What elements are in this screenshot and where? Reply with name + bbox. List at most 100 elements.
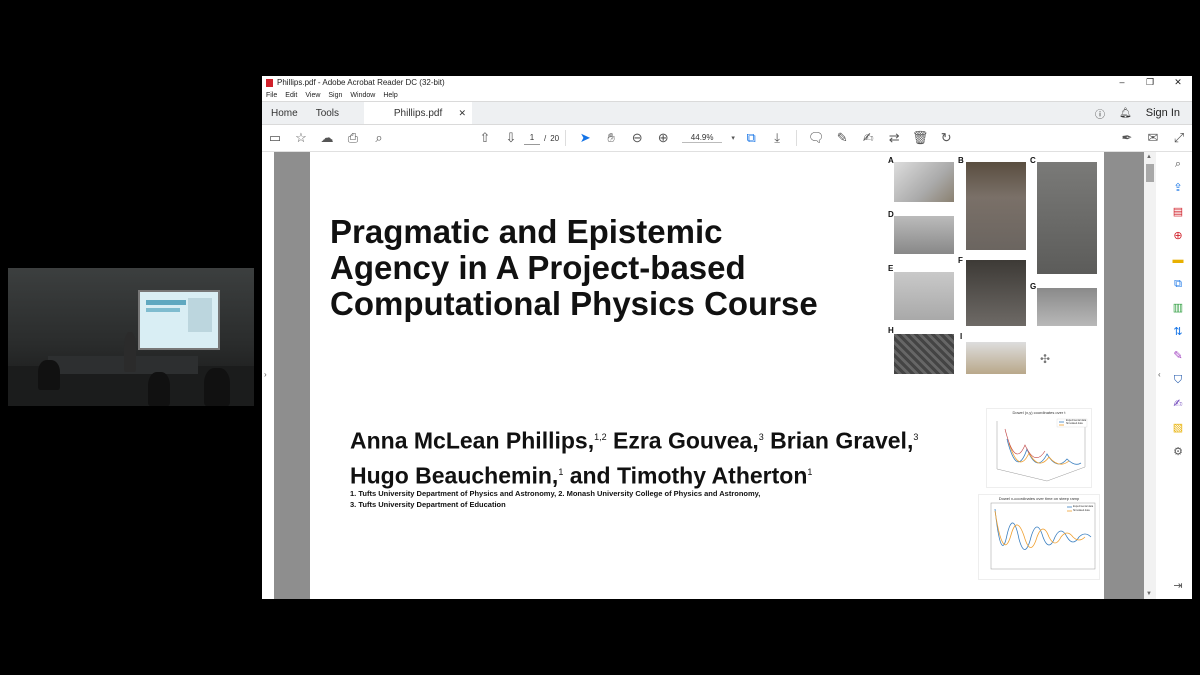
document-authors: Anna McLean Phillips,1,2 Ezra Gouvea,3 B… — [350, 422, 918, 491]
scan-icon[interactable]: ▧ — [1170, 420, 1186, 436]
figure-photo-f — [966, 260, 1026, 326]
total-pages: 20 — [550, 133, 560, 143]
plot2-legend-experimental: Experimental data — [1073, 505, 1094, 508]
comment-icon[interactable]: 🗨︎ — [803, 130, 829, 146]
author-affiliation-mark: 3 — [913, 432, 919, 442]
figure-photo-e — [894, 272, 954, 320]
zoom-tool-icon[interactable]: ⌕ — [1170, 156, 1186, 172]
notification-bell-icon[interactable]: 🔔︎ — [1119, 108, 1132, 119]
rotate-icon[interactable]: ↻ — [933, 130, 959, 146]
tab-tools[interactable]: Tools — [307, 102, 348, 124]
audience-member — [148, 372, 170, 406]
tab-home[interactable]: Home — [262, 102, 307, 124]
zoom-in-icon[interactable]: ⊕ — [650, 130, 676, 146]
scrollbar-thumb[interactable] — [1146, 164, 1154, 182]
projector-screen-image — [188, 298, 212, 332]
bookmark-star-icon[interactable]: ☆ — [288, 130, 314, 146]
presenter-table — [48, 356, 198, 374]
title-bar: Phillips.pdf - Adobe Acrobat Reader DC (… — [262, 76, 1192, 89]
menu-help[interactable]: Help — [383, 92, 397, 99]
close-tab-icon[interactable]: ✕ — [459, 108, 467, 119]
cloud-upload-icon[interactable]: ☁ — [314, 130, 340, 146]
x-coordinate-time-plot: Dowel x-coordinates over time on steep r… — [978, 494, 1100, 580]
author-affiliation-mark: 1 — [807, 466, 813, 477]
crosshair-cursor-icon: ✣ — [1040, 352, 1051, 366]
email-icon[interactable]: ✉ — [1140, 130, 1166, 146]
toolbar: ▭ ☆ ☁ ⎙ ⌕ ⇧ ⇩ 1 / 20 ➤ ✋︎ ⊖ ⊕ 44.9% ▾ ⧉ … — [262, 125, 1192, 152]
tab-document[interactable]: Phillips.pdf ✕ — [364, 102, 473, 124]
left-panel-toggle[interactable]: › — [262, 152, 274, 599]
menu-file[interactable]: File — [266, 92, 277, 99]
menu-view[interactable]: View — [305, 92, 320, 99]
collapse-right-panel-icon[interactable]: ‹ — [1158, 370, 1161, 379]
figure-label-i: I — [960, 332, 963, 341]
expand-left-panel-icon[interactable]: › — [264, 370, 267, 379]
draw-icon[interactable]: ✍︎ — [855, 130, 881, 146]
page-display-icon[interactable]: ⧉ — [738, 130, 764, 146]
vertical-scrollbar[interactable]: ▲ ▼ — [1144, 152, 1156, 599]
figure-label-a: A — [888, 156, 894, 165]
audience-member — [38, 360, 60, 390]
minimize-icon[interactable]: – — [1108, 77, 1136, 88]
edit-pdf-icon[interactable]: ▤ — [1170, 204, 1186, 220]
sign-in-button[interactable]: Sign In — [1146, 107, 1180, 119]
export-pdf-icon[interactable]: ⇪ — [1170, 180, 1186, 196]
figure-label-c: C — [1030, 156, 1036, 165]
fill-and-sign-icon[interactable]: ✎ — [1170, 348, 1186, 364]
panel-exit-icon[interactable]: ⇥ — [1170, 578, 1186, 594]
expand-panel-icon[interactable]: ⤢ — [1166, 130, 1192, 146]
delete-icon[interactable]: 🗑︎ — [907, 130, 933, 146]
audience-member — [204, 368, 230, 406]
print-icon[interactable]: ⎙ — [340, 130, 366, 146]
page-number-input[interactable]: 1 — [524, 132, 540, 145]
scroll-up-icon[interactable]: ▲ — [1146, 154, 1152, 160]
pdf-app-icon — [266, 78, 273, 87]
close-window-icon[interactable]: ✕ — [1164, 77, 1192, 88]
share-icon[interactable]: ⇄ — [881, 130, 907, 146]
author-name: Anna McLean Phillips, — [350, 427, 595, 454]
zoom-out-icon[interactable]: ⊖ — [624, 130, 650, 146]
fill-sign-icon[interactable]: ✒ — [1114, 130, 1140, 146]
figure-label-d: D — [888, 210, 894, 219]
more-tools-icon[interactable]: ⚙ — [1170, 444, 1186, 460]
zoom-dropdown-icon[interactable]: ▾ — [728, 134, 738, 142]
figure-label-g: G — [1030, 282, 1037, 291]
document-title-line: Computational Physics Course — [330, 285, 818, 322]
zoom-level-select[interactable]: 44.9% — [682, 133, 723, 143]
restore-icon[interactable]: ❐ — [1136, 77, 1164, 88]
tab-document-label: Phillips.pdf — [393, 107, 443, 119]
compress-pdf-icon[interactable]: ⇅ — [1170, 324, 1186, 340]
menu-edit[interactable]: Edit — [285, 92, 297, 99]
figure-photo-i — [966, 342, 1026, 374]
plot1-legend-simulated: Simulated data — [1066, 422, 1083, 425]
menu-window[interactable]: Window — [350, 92, 375, 99]
document-affiliations: 1. Tufts University Department of Physic… — [350, 488, 760, 510]
next-page-icon[interactable]: ⇩ — [498, 130, 524, 146]
help-icon[interactable]: ⓘ — [1095, 106, 1105, 121]
author-affiliation-mark: 1 — [558, 466, 564, 477]
previous-page-icon[interactable]: ⇧ — [472, 130, 498, 146]
combine-files-icon[interactable]: ⧉ — [1170, 276, 1186, 292]
comment-tool-icon[interactable]: ▬ — [1170, 252, 1186, 268]
page-separator: / — [544, 133, 547, 143]
hand-tool-icon[interactable]: ✋︎ — [598, 130, 624, 146]
save-icon[interactable]: ▭ — [262, 130, 288, 146]
organize-pages-icon[interactable]: ▥ — [1170, 300, 1186, 316]
search-icon[interactable]: ⌕ — [366, 130, 392, 146]
speaker-camera-feed — [8, 268, 254, 406]
menu-sign[interactable]: Sign — [328, 92, 342, 99]
tab-bar: Home Tools Phillips.pdf ✕ ⓘ 🔔︎ Sign In — [262, 101, 1192, 125]
document-area[interactable]: › Pragmatic and Epistemic Agency in A Pr… — [262, 152, 1156, 599]
figure-photo-c — [1037, 162, 1097, 274]
highlight-icon[interactable]: ✎ — [829, 130, 855, 146]
scroll-mode-icon[interactable]: ⤓ — [764, 130, 790, 146]
send-for-signature-icon[interactable]: ✍︎ — [1170, 396, 1186, 412]
author-name: Brian Gravel, — [770, 427, 914, 454]
author-name: Ezra Gouvea, — [613, 427, 759, 454]
select-cursor-icon[interactable]: ➤ — [572, 130, 598, 146]
projector-screen-title — [146, 300, 186, 305]
figure-label-h: H — [888, 326, 894, 335]
protect-icon[interactable]: ⛉ — [1170, 372, 1186, 388]
create-pdf-icon[interactable]: ⊕ — [1170, 228, 1186, 244]
scroll-down-icon[interactable]: ▼ — [1146, 591, 1152, 597]
